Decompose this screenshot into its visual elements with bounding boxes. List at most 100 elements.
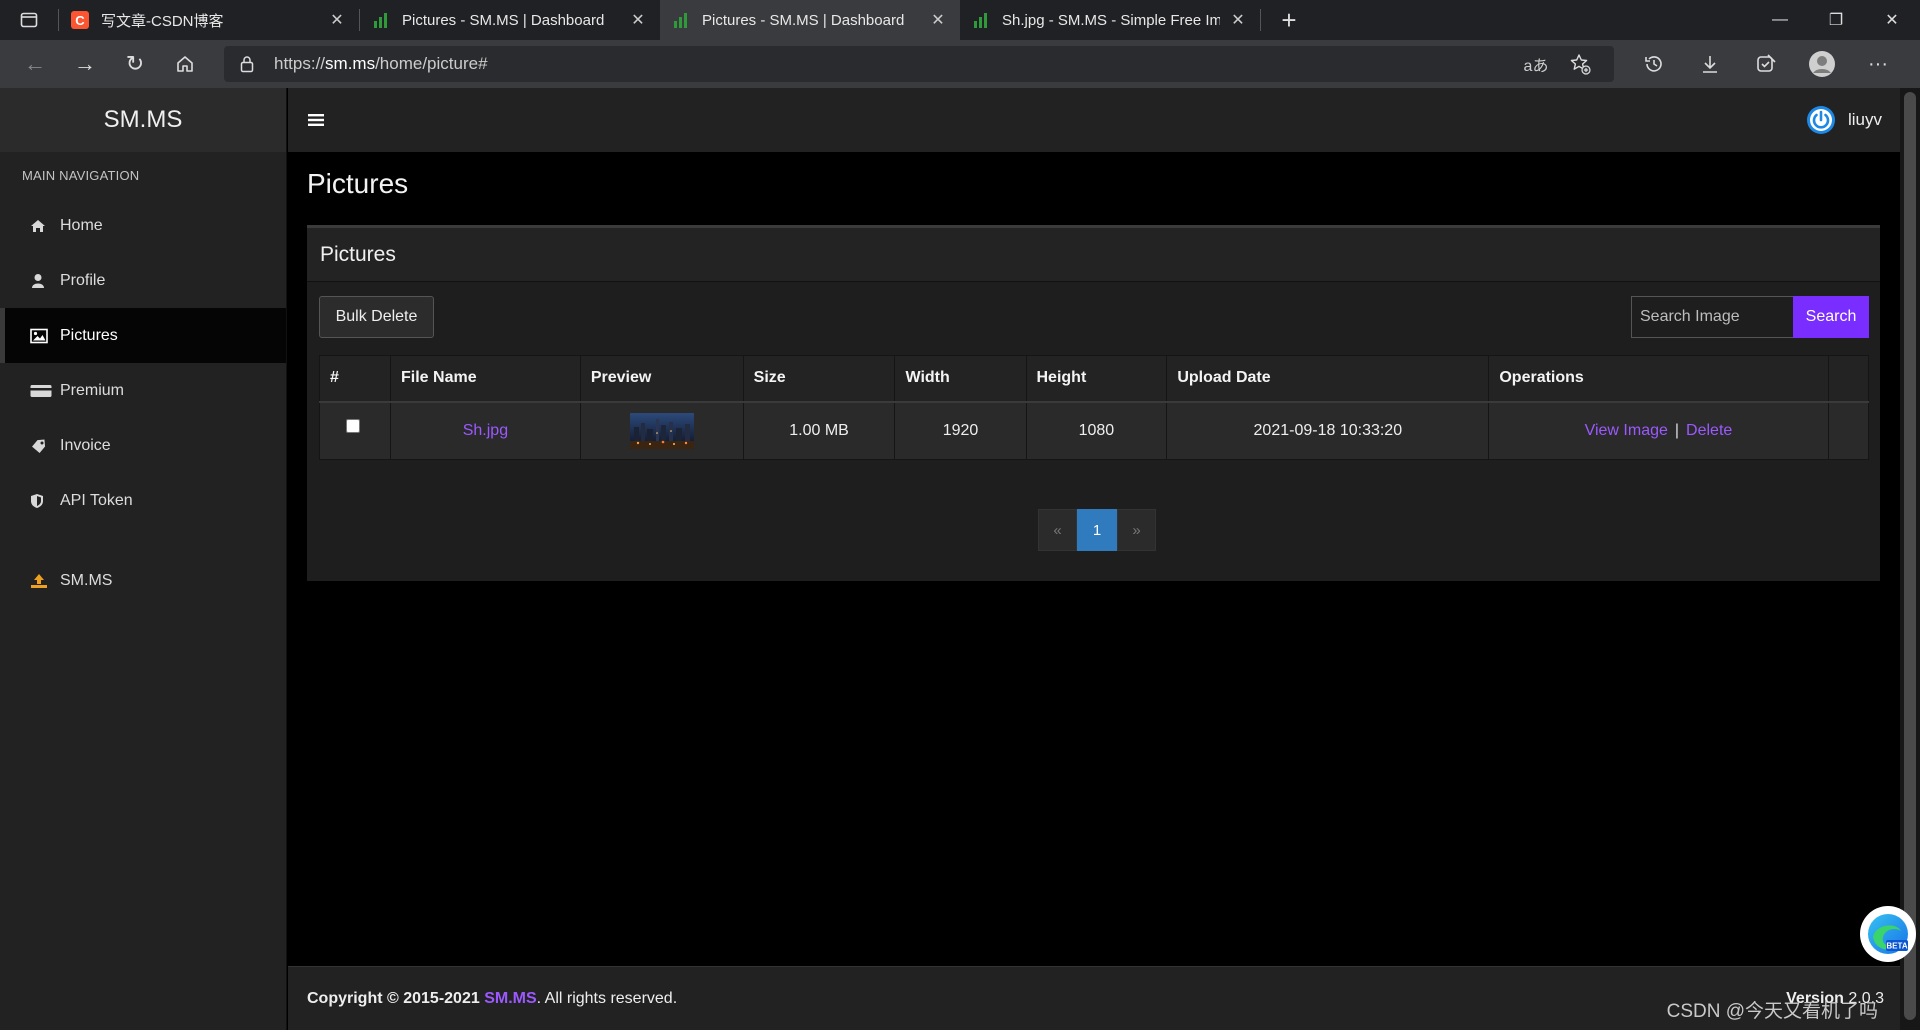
refresh-button[interactable]: ↻ xyxy=(110,40,160,88)
restore-button[interactable]: ❐ xyxy=(1808,0,1864,40)
sidebar-item-label: Pictures xyxy=(60,326,118,344)
tab-separator xyxy=(1260,9,1261,31)
smms-bars-icon xyxy=(972,11,990,29)
tab-title: Sh.jpg - SM.MS - Simple Free Im xyxy=(1002,11,1220,29)
close-tab-icon[interactable]: ✕ xyxy=(327,10,347,30)
tab-actions-button[interactable] xyxy=(0,0,58,40)
power-avatar-icon xyxy=(1806,106,1835,134)
sidebar-item-smms-upload[interactable]: SM.MS xyxy=(0,553,286,608)
forward-button[interactable]: → xyxy=(60,40,110,88)
new-tab-button[interactable]: + xyxy=(1271,0,1307,40)
ellipsis-icon: ··· xyxy=(1868,52,1888,75)
column-header-extra xyxy=(1827,355,1870,403)
sidebar-item-premium[interactable]: Premium xyxy=(0,363,286,418)
avatar-icon xyxy=(1809,51,1835,77)
sidebar-item-label: API Token xyxy=(60,491,133,509)
csdn-icon: C xyxy=(71,11,89,29)
sidebar-toggle-button[interactable] xyxy=(288,88,344,152)
translate-button[interactable]: aあ xyxy=(1514,52,1558,76)
browser-tab-sh-jpg[interactable]: Sh.jpg - SM.MS - Simple Free Im ✕ xyxy=(960,0,1260,40)
column-header-size[interactable]: Size xyxy=(742,355,896,403)
url-text[interactable]: https://sm.ms/home/picture# xyxy=(274,54,1514,74)
home-button[interactable] xyxy=(160,40,210,88)
minimize-icon: — xyxy=(1772,11,1788,28)
home-icon xyxy=(30,218,60,234)
browser-toolbar: ··· xyxy=(1626,40,1906,88)
file-name-link[interactable]: Sh.jpg xyxy=(463,422,508,439)
user-menu[interactable]: liuyv xyxy=(1806,105,1882,135)
sidebar-item-label: Invoice xyxy=(60,436,111,454)
url-bar[interactable]: https://sm.ms/home/picture# aあ xyxy=(224,46,1614,82)
url-path: /home/picture# xyxy=(375,54,488,73)
delete-link[interactable]: Delete xyxy=(1686,422,1732,439)
page-title: Pictures xyxy=(307,168,409,199)
column-header-upload-date[interactable]: Upload Date xyxy=(1166,355,1490,403)
column-header-height[interactable]: Height xyxy=(1025,355,1168,403)
sidebar-item-pictures[interactable]: Pictures xyxy=(0,308,286,363)
row-checkbox[interactable] xyxy=(346,418,360,433)
hamburger-icon xyxy=(308,114,324,126)
tab-title: Pictures - SM.MS | Dashboard xyxy=(402,11,605,29)
more-menu-button[interactable]: ··· xyxy=(1850,40,1906,88)
close-tab-icon[interactable]: ✕ xyxy=(628,10,648,30)
sidebar: SM.MS MAIN NAVIGATION Home Profile Pictu… xyxy=(0,88,287,1030)
extra-cell xyxy=(1827,401,1870,460)
sidebar-item-invoice[interactable]: Invoice xyxy=(0,418,286,473)
copyright-suffix: . All rights reserved. xyxy=(536,989,678,1007)
close-tab-icon[interactable]: ✕ xyxy=(928,10,948,30)
preview-thumbnail[interactable] xyxy=(629,412,694,449)
window-close-button[interactable]: ✕ xyxy=(1864,0,1920,40)
scrollbar-thumb[interactable] xyxy=(1904,92,1916,1020)
search-form: Search xyxy=(1631,296,1869,338)
search-input[interactable] xyxy=(1631,296,1793,338)
add-favorite-button[interactable] xyxy=(1558,53,1602,75)
extensions-button[interactable] xyxy=(1738,40,1794,88)
bulk-delete-button[interactable]: Bulk Delete xyxy=(319,296,434,338)
credit-card-icon xyxy=(30,383,60,399)
preview-cell xyxy=(579,401,744,460)
sidebar-item-profile[interactable]: Profile xyxy=(0,253,286,308)
back-button[interactable]: ← xyxy=(10,40,60,88)
minimize-button[interactable]: — xyxy=(1752,0,1808,40)
pagination-page-1[interactable]: 1 xyxy=(1077,509,1117,551)
view-image-link[interactable]: View Image xyxy=(1585,422,1668,439)
browser-tab-pictures-1[interactable]: Pictures - SM.MS | Dashboard ✕ xyxy=(360,0,660,40)
svg-text:BETA: BETA xyxy=(1886,942,1907,951)
close-tab-icon[interactable]: ✕ xyxy=(1228,10,1248,30)
page-scrollbar[interactable] xyxy=(1900,88,1920,1030)
column-header-width[interactable]: Width xyxy=(894,355,1027,403)
pagination-next-button[interactable]: » xyxy=(1117,509,1156,551)
box-title: Pictures xyxy=(307,228,1880,282)
search-button[interactable]: Search xyxy=(1793,296,1869,338)
browser-tab-csdn[interactable]: C 写文章-CSDN博客 ✕ xyxy=(59,0,359,40)
browser-address-bar: ← → ↻ https://sm.ms/home/picture# aあ ··· xyxy=(0,40,1920,88)
tab-title: 写文章-CSDN博客 xyxy=(101,12,224,30)
sidebar-item-api-token[interactable]: API Token xyxy=(0,473,286,528)
history-icon xyxy=(1645,56,1662,72)
edge-beta-icon: BETA xyxy=(1868,914,1908,954)
pagination-prev-button[interactable]: « xyxy=(1038,509,1077,551)
brand-logo[interactable]: SM.MS xyxy=(0,88,286,152)
home-icon xyxy=(177,56,193,72)
copyright-link[interactable]: SM.MS xyxy=(484,990,536,1007)
close-icon: ✕ xyxy=(1885,12,1899,29)
upload-date-cell: 2021-09-18 10:33:20 xyxy=(1166,401,1490,460)
csdn-watermark: CSDN @今天又看机了吗 xyxy=(1666,1001,1878,1022)
history-button[interactable] xyxy=(1626,40,1682,88)
sidebar-item-home[interactable]: Home xyxy=(0,198,286,253)
copyright-prefix: Copyright © 2015-2021 xyxy=(307,989,485,1007)
operations-separator: | xyxy=(1674,421,1680,439)
profile-button[interactable] xyxy=(1794,40,1850,88)
browser-tab-pictures-active[interactable]: Pictures - SM.MS | Dashboard ✕ xyxy=(660,0,960,40)
downloads-button[interactable] xyxy=(1682,40,1738,88)
edge-beta-button[interactable]: BETA xyxy=(1860,906,1916,962)
tab-actions-icon xyxy=(20,12,38,28)
plus-icon: + xyxy=(1281,4,1297,35)
size-cell: 1.00 MB xyxy=(742,401,896,460)
column-header-preview: Preview xyxy=(579,355,744,403)
column-header-file-name[interactable]: File Name xyxy=(390,355,581,403)
operations-cell: View Image | Delete xyxy=(1488,401,1829,460)
main-content: Pictures Pictures Bulk Delete Search # F… xyxy=(288,152,1900,966)
translate-icon: aあ xyxy=(1523,58,1549,75)
